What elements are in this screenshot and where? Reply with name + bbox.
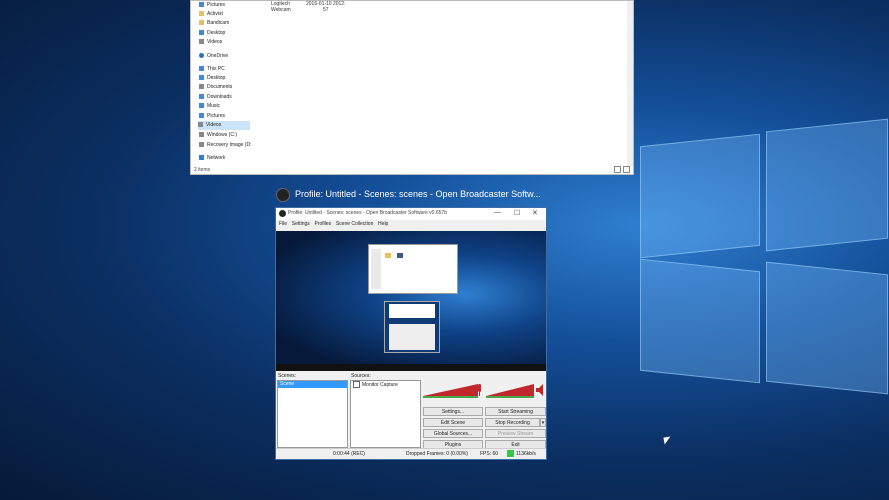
nav-item-desktop-pc[interactable]: Desktop: [199, 74, 225, 83]
desktop-icon: [199, 30, 204, 36]
obs-menu-bar: File Settings Profiles Scene Collection …: [276, 221, 546, 230]
taskview-window-label[interactable]: Profile: Untitled - Scenes: scenes - Ope…: [295, 189, 541, 199]
menu-file[interactable]: File: [279, 221, 287, 227]
nav-item-pictures-pc[interactable]: Pictures: [199, 112, 225, 121]
nav-item-onedrive[interactable]: OneDrive: [199, 52, 228, 61]
sources-list[interactable]: Monitor Capture: [350, 380, 421, 448]
desktop-audio-meter: [423, 384, 478, 398]
bitrate-readout: 1136kb/s: [516, 451, 536, 457]
nav-item-desktop[interactable]: Desktop: [199, 29, 225, 38]
scenes-list[interactable]: Scene: [277, 380, 348, 448]
file-item-name[interactable]: Logitech Webcam: [271, 1, 291, 13]
explorer-navigation-pane: Pictures Activist Bandicam Desktop Video…: [191, 1, 251, 169]
edit-scene-button[interactable]: Edit Scene: [423, 418, 483, 427]
details-view-icon[interactable]: [614, 166, 621, 173]
obs-status-bar: 0:00:44 (REC) Dropped Frames: 0 (0.00%) …: [276, 448, 546, 459]
bitrate-status-indicator: [507, 450, 514, 457]
recording-dropdown-chevron-icon[interactable]: ▾: [540, 418, 546, 427]
preview-nested-desktop: [384, 301, 440, 353]
nav-item-videos-pc[interactable]: Videos: [198, 121, 250, 130]
preview-explorer-window: [368, 244, 458, 294]
stop-recording-button[interactable]: Stop Recording: [485, 418, 540, 427]
scenes-label: Scenes:: [278, 373, 297, 379]
source-item[interactable]: Monitor Capture: [351, 381, 420, 388]
menu-settings[interactable]: Settings: [292, 221, 310, 227]
close-icon[interactable]: ✕: [532, 209, 538, 217]
obs-window[interactable]: Profile: Untitled - Scenes: scenes - Ope…: [275, 207, 547, 460]
maximize-icon[interactable]: ☐: [514, 209, 520, 217]
obs-window-title: Profile: Untitled - Scenes: scenes - Ope…: [288, 210, 447, 216]
dropped-frames: Dropped Frames: 0 (0.00%): [406, 451, 468, 457]
computer-icon: [199, 66, 204, 72]
download-icon: [199, 94, 204, 100]
nav-item-pictures[interactable]: Pictures: [199, 1, 225, 10]
explorer-status-bar: 2 items: [194, 167, 211, 173]
desktop-icon: [199, 75, 204, 81]
videos-icon: [198, 122, 203, 128]
music-icon: [199, 103, 204, 109]
nav-item-this-pc[interactable]: This PC: [199, 65, 225, 74]
menu-help[interactable]: Help: [378, 221, 388, 227]
nav-item-windows-c[interactable]: Windows (C:): [199, 131, 237, 140]
microphone-icon[interactable]: [476, 382, 484, 398]
nav-item-videos[interactable]: Videos: [199, 38, 222, 47]
pictures-icon: [199, 2, 204, 8]
obs-logo-icon: [279, 210, 286, 217]
drive-icon: [199, 142, 204, 148]
mouse-cursor-icon: [663, 436, 672, 445]
obs-app-icon: [276, 188, 290, 202]
mic-audio-meter: [486, 384, 534, 398]
drive-icon: [199, 132, 204, 138]
folder-icon: [199, 11, 204, 17]
minimize-icon[interactable]: —: [494, 209, 501, 216]
vertical-scrollbar[interactable]: [627, 1, 633, 167]
nav-item-activist[interactable]: Activist: [199, 10, 223, 19]
nav-item-recovery-d[interactable]: Recovery Image (D:: [199, 141, 251, 150]
start-streaming-button[interactable]: Start Streaming: [485, 407, 546, 416]
file-item-date: 2016-01-10 2012: 57: [306, 1, 346, 13]
nav-item-bandicam[interactable]: Bandicam: [199, 19, 229, 28]
preview-stream-button[interactable]: Preview Stream: [485, 429, 546, 438]
settings-button[interactable]: Settings...: [423, 407, 483, 416]
folder-icon: [199, 20, 204, 26]
pictures-icon: [199, 113, 204, 119]
nav-item-network[interactable]: Network: [199, 154, 225, 163]
fps-readout: FPS: 60: [480, 451, 499, 457]
menu-scene-collection[interactable]: Scene Collection: [336, 221, 374, 227]
windows-logo: [630, 100, 889, 400]
recording-time: 0:00:44 (REC): [333, 451, 365, 457]
speaker-icon[interactable]: [535, 382, 547, 398]
obs-preview: [276, 231, 546, 371]
videos-icon: [199, 39, 204, 45]
global-sources-button[interactable]: Global Sources...: [423, 429, 483, 438]
obs-title-bar: Profile: Untitled - Scenes: scenes - Ope…: [276, 208, 546, 220]
nav-item-music[interactable]: Music: [199, 102, 220, 111]
scene-item[interactable]: Scene: [278, 381, 347, 388]
menu-profiles[interactable]: Profiles: [314, 221, 331, 227]
preview-taskbar: [276, 364, 546, 371]
network-icon: [199, 155, 204, 161]
nav-item-downloads[interactable]: Downloads: [199, 93, 232, 102]
file-explorer-window: Pictures Activist Bandicam Desktop Video…: [190, 0, 634, 175]
documents-icon: [199, 84, 204, 90]
onedrive-icon: [199, 53, 204, 59]
checkbox-icon[interactable]: [353, 381, 360, 388]
nav-item-documents[interactable]: Documents: [199, 83, 232, 92]
sources-label: Sources:: [351, 373, 371, 379]
large-icons-view-icon[interactable]: [623, 166, 630, 173]
